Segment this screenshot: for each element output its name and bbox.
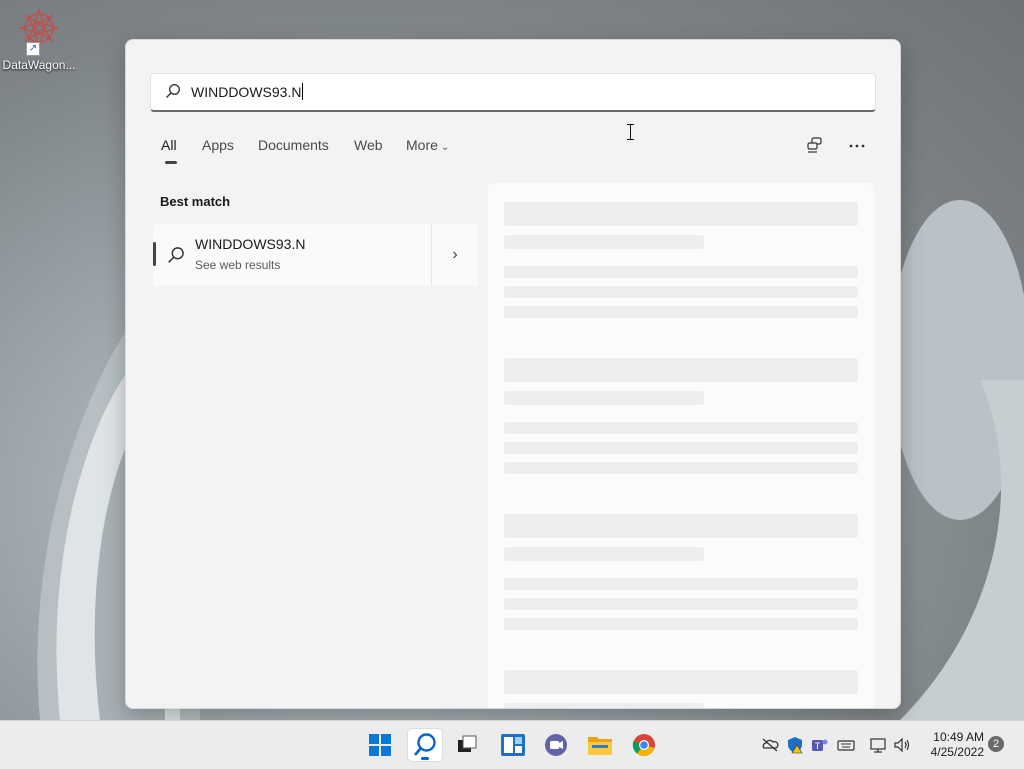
tab-more-label: More (406, 137, 438, 153)
taskbar-clock[interactable]: 10:49 AM 4/25/2022 (924, 730, 984, 760)
result-title: WINDDOWS93.N (195, 236, 306, 252)
teams-tray-icon[interactable]: T (811, 736, 829, 754)
search-input[interactable]: WINDDOWS93.N (150, 73, 876, 140)
ibeam-cursor-icon (627, 124, 635, 140)
search-panel: WINDDOWS93.N All Apps Documents Web More… (125, 39, 901, 709)
security-warning-icon[interactable] (786, 736, 804, 754)
skeleton-bar (504, 266, 858, 278)
more-options-icon (849, 144, 865, 148)
tab-documents[interactable]: Documents (258, 137, 329, 153)
result-subtitle: See web results (195, 258, 281, 272)
chevron-right-icon: › (452, 246, 458, 263)
skeleton-bar (504, 670, 858, 694)
skeleton-bar (504, 598, 858, 610)
selection-indicator (153, 242, 156, 266)
skeleton-bar (504, 514, 858, 538)
account-switch-button[interactable] (804, 136, 828, 158)
best-match-result[interactable]: WINDDOWS93.N See web results › (153, 224, 478, 286)
desktop-shortcut-label: DataWagon... (2, 58, 76, 72)
datawagon-icon: ↗ (14, 6, 64, 56)
teams-chat-icon (545, 734, 567, 756)
file-explorer-button[interactable] (583, 729, 617, 761)
clock-time: 10:49 AM (933, 730, 984, 744)
search-query: WINDDOWS93.N (191, 83, 304, 100)
tab-all-label: All (161, 137, 177, 153)
open-result-button[interactable]: › (432, 224, 478, 286)
tab-apps[interactable]: Apps (202, 137, 234, 153)
start-button[interactable] (363, 729, 397, 761)
volume-icon[interactable] (893, 736, 911, 754)
skeleton-bar (504, 202, 858, 226)
web-search-icon (168, 247, 184, 263)
account-switch-icon (807, 137, 822, 153)
skeleton-bar (504, 547, 704, 561)
clock-date: 4/25/2022 (930, 745, 984, 759)
taskbar-search-button[interactable] (408, 729, 442, 761)
onedrive-offline-icon[interactable] (761, 736, 779, 754)
chrome-button[interactable] (627, 729, 661, 761)
task-view-button[interactable] (450, 729, 484, 761)
skeleton-bar (504, 618, 858, 630)
notification-badge[interactable]: 2 (988, 736, 1004, 752)
skeleton-bar (504, 306, 858, 318)
chrome-icon (632, 734, 655, 756)
tab-apps-label: Apps (202, 137, 234, 153)
active-indicator (421, 757, 429, 760)
tab-more[interactable]: More ⌄ (406, 137, 449, 153)
desktop-shortcut-datawagon[interactable]: ↗ DataWagon... (2, 6, 76, 72)
tab-documents-label: Documents (258, 137, 329, 153)
chevron-down-icon: ⌄ (440, 142, 450, 153)
text-caret (302, 83, 304, 100)
skeleton-bar (504, 391, 704, 405)
skeleton-bar (504, 422, 858, 434)
file-explorer-icon (588, 737, 612, 755)
network-icon[interactable] (869, 736, 887, 754)
preview-pane-loading (488, 183, 874, 708)
skeleton-bar (504, 286, 858, 298)
taskbar: T 10:49 AM 4/25/2022 (0, 720, 1024, 769)
skeleton-bar (504, 462, 858, 474)
teams-chat-button[interactable] (539, 729, 573, 761)
svg-text:T: T (815, 741, 821, 751)
skeleton-bar (504, 358, 858, 382)
widgets-icon (501, 734, 525, 756)
best-match-heading: Best match (160, 194, 231, 209)
skeleton-bar (504, 235, 704, 249)
skeleton-bar (504, 442, 858, 454)
windows-start-icon (369, 734, 391, 756)
tab-web[interactable]: Web (354, 137, 383, 153)
more-options-button[interactable] (846, 136, 870, 158)
tab-active-indicator (165, 161, 177, 164)
task-view-icon (458, 735, 477, 752)
shortcut-arrow-icon: ↗ (26, 42, 40, 56)
skeleton-bar (504, 703, 704, 708)
search-icon (166, 84, 180, 98)
widgets-button[interactable] (496, 729, 530, 761)
skeleton-bar (504, 578, 858, 590)
keyboard-icon[interactable] (837, 736, 855, 754)
tab-web-label: Web (354, 137, 383, 153)
tab-all[interactable]: All (161, 137, 177, 164)
